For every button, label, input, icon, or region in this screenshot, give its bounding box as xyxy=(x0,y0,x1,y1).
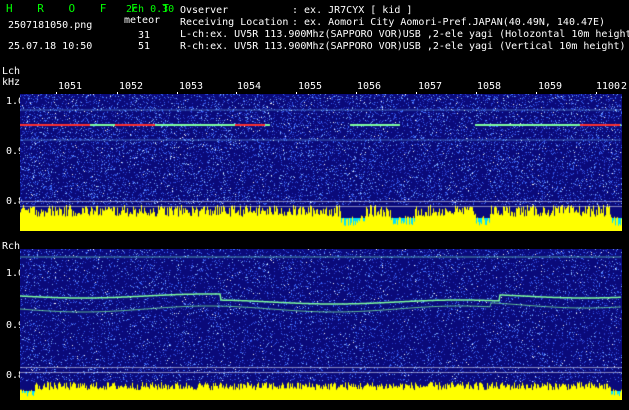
timestamp: 25.07.18 10:50 xyxy=(8,41,93,52)
time-tick-1051: 1051 xyxy=(58,81,83,92)
time-tick-1059: 1059 xyxy=(538,81,563,92)
time-tick-1058: 1058 xyxy=(477,81,502,92)
time-tick-1052: 1052 xyxy=(119,81,144,92)
time-tick-1053: 1053 xyxy=(179,81,204,92)
lch-config: L-ch:ex. UV5R 113.900Mhz(SAPPORO VOR)USB… xyxy=(180,29,629,40)
rch-label: Rch xyxy=(2,241,21,252)
lch-spectrogram[interactable] xyxy=(20,94,622,231)
mode-label: 2ch 0.30 xyxy=(126,4,175,15)
location-label: Receiving Location xyxy=(180,17,289,28)
location-value: : ex. Aomori City Aomori-Pref.JAPAN(40.4… xyxy=(292,17,606,28)
khz-label: kHz xyxy=(2,77,21,88)
meteor-label: meteor xyxy=(124,15,161,26)
lch-label: Lch xyxy=(2,66,21,77)
time-tick-1057: 1057 xyxy=(418,81,443,92)
observer-value: : ex. JR7CYX [ kid ] xyxy=(292,5,413,16)
rch-spectrogram-canvas xyxy=(20,249,622,400)
meteor-count-rch: 51 xyxy=(138,41,151,52)
time-tick-1055: 1055 xyxy=(298,81,323,92)
observer-label: Ovserver xyxy=(180,5,229,16)
time-tick-1054: 1054 xyxy=(237,81,262,92)
meteor-count-lch: 31 xyxy=(138,30,151,41)
lch-spectrogram-canvas xyxy=(20,94,622,231)
time-tick-1056: 1056 xyxy=(357,81,382,92)
rch-config: R-ch:ex. UV5R 113.900Mhz(SAPPORO VOR)USB… xyxy=(180,41,626,52)
time-tick-1100: 1100 xyxy=(596,81,621,92)
rch-spectrogram[interactable] xyxy=(20,249,622,400)
time-tick-edge: 2 xyxy=(621,81,628,92)
file-name: 2507181050.png xyxy=(8,20,93,31)
